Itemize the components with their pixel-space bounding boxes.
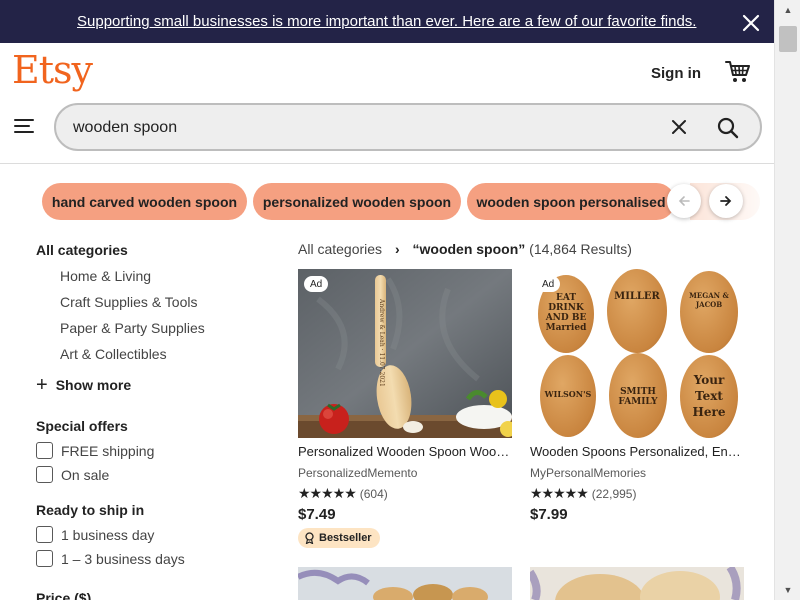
spoon-engraving: MILLER xyxy=(614,291,660,302)
price: $7.99 xyxy=(530,506,568,523)
listing-image[interactable] xyxy=(298,567,512,600)
suggestion-chip[interactable]: hand carved wooden spoon xyxy=(42,183,247,220)
category-home-living[interactable]: Home & Living xyxy=(60,268,151,284)
vertical-scrollbar[interactable]: ▲ ▼ xyxy=(774,0,800,600)
option-label: 1 business day xyxy=(61,526,155,543)
spoon-engraving: MEGAN & JACOB xyxy=(689,291,729,309)
listing-image[interactable] xyxy=(530,567,744,600)
spoon-photo: Andrew & Leah · 11.07.2021 xyxy=(298,269,512,438)
cart-icon[interactable] xyxy=(725,60,751,84)
category-craft-supplies[interactable]: Craft Supplies & Tools xyxy=(60,294,197,310)
free-shipping-option[interactable]: FREE shipping xyxy=(36,442,154,459)
special-offers-heading: Special offers xyxy=(36,418,128,434)
spoon-engraving: WILSON'S xyxy=(544,389,592,399)
spoon-engraving: EAT DRINK AND BE Married xyxy=(545,293,587,333)
spoon-engraving: SMITH FAMILY xyxy=(618,387,658,407)
clear-search-icon[interactable] xyxy=(670,118,688,136)
search-query: “wooden spoon” xyxy=(412,241,526,257)
spoon-engraving: Your Text Here xyxy=(692,373,726,419)
all-categories-link[interactable]: All categories xyxy=(36,242,128,258)
etsy-search-page: Supporting small businesses is more impo… xyxy=(0,0,800,600)
listing-card[interactable]: EAT DRINK AND BE Married MILLER MEGAN & … xyxy=(530,269,744,529)
checkbox[interactable] xyxy=(36,550,53,567)
scroll-down-icon[interactable]: ▼ xyxy=(775,580,800,600)
checkbox[interactable] xyxy=(36,442,53,459)
shop-name[interactable]: MyPersonalMemories xyxy=(530,466,646,480)
spoon-photo xyxy=(530,567,744,600)
listing-image[interactable]: Andrew & Leah · 11.07.2021 Ad xyxy=(298,269,512,438)
star-rating-icon: ★★★★★ xyxy=(298,485,357,501)
menu-icon[interactable] xyxy=(14,117,34,135)
scroll-up-icon[interactable]: ▲ xyxy=(775,0,800,20)
category-paper-party[interactable]: Paper & Party Supplies xyxy=(60,320,205,336)
search-bar[interactable]: wooden spoon xyxy=(54,103,762,151)
rating: ★★★★★ (604) xyxy=(298,485,388,502)
etsy-logo[interactable]: Etsy xyxy=(12,48,93,92)
banner-link[interactable]: Supporting small businesses is more impo… xyxy=(77,13,696,30)
show-more-button[interactable]: + Show more xyxy=(36,374,132,396)
search-icon[interactable] xyxy=(716,116,740,140)
option-label: On sale xyxy=(61,466,110,483)
price-heading: Price ($) xyxy=(36,590,92,600)
header-divider xyxy=(0,163,774,164)
suggestion-chip[interactable]: personalized wooden spoon xyxy=(253,183,461,220)
ad-badge: Ad xyxy=(304,276,329,292)
chips-prev-button[interactable] xyxy=(667,184,701,218)
close-icon[interactable] xyxy=(740,12,762,34)
svg-text:Andrew & Leah · 11.07.2021: Andrew & Leah · 11.07.2021 xyxy=(378,298,385,387)
arrow-right-icon xyxy=(720,196,732,206)
sign-in-link[interactable]: Sign in xyxy=(651,65,701,82)
breadcrumb-root[interactable]: All categories xyxy=(298,241,382,257)
ship-1-3-days-option[interactable]: 1 – 3 business days xyxy=(36,550,185,567)
ship-1-day-option[interactable]: 1 business day xyxy=(36,526,154,543)
search-input[interactable]: wooden spoon xyxy=(73,119,177,137)
chevron-right-icon: › xyxy=(394,241,400,257)
star-rating-icon: ★★★★★ xyxy=(530,485,589,501)
category-art-collectibles[interactable]: Art & Collectibles xyxy=(60,346,167,362)
spoon xyxy=(607,269,667,353)
listing-card[interactable]: Andrew & Leah · 11.07.2021 Ad Personaliz… xyxy=(298,269,512,549)
shop-name[interactable]: PersonalizedMemento xyxy=(298,466,417,480)
plus-icon: + xyxy=(36,374,48,396)
on-sale-option[interactable]: On sale xyxy=(36,466,109,483)
checkbox[interactable] xyxy=(36,526,53,543)
ad-badge: Ad xyxy=(536,276,561,292)
breadcrumb: All categories › “wooden spoon” (14,864 … xyxy=(298,241,632,257)
scroll-thumb[interactable] xyxy=(779,26,797,52)
spoon-photo xyxy=(298,567,512,600)
price: $7.49 xyxy=(298,506,336,523)
award-icon xyxy=(305,532,314,544)
suggestion-chip[interactable]: wooden spoon personalised xyxy=(467,183,675,220)
listing-image[interactable]: EAT DRINK AND BE Married MILLER MEGAN & … xyxy=(530,269,744,438)
spoon xyxy=(680,271,738,353)
arrow-left-icon xyxy=(678,196,690,206)
review-count: (22,995) xyxy=(591,486,637,501)
result-count: (14,864 Results) xyxy=(529,241,632,257)
bestseller-badge: Bestseller xyxy=(298,528,380,548)
option-label: 1 – 3 business days xyxy=(61,550,185,567)
show-more-label: Show more xyxy=(55,377,132,393)
review-count: (604) xyxy=(359,486,388,501)
ready-to-ship-heading: Ready to ship in xyxy=(36,502,145,518)
checkbox[interactable] xyxy=(36,466,53,483)
bestseller-label: Bestseller xyxy=(319,532,372,544)
announcement-banner: Supporting small businesses is more impo… xyxy=(0,0,774,43)
chips-next-button[interactable] xyxy=(709,184,743,218)
listing-title[interactable]: Personalized Wooden Spoon Wooden Spoon E… xyxy=(298,444,512,459)
listing-title[interactable]: Wooden Spoons Personalized, Engraved Spo… xyxy=(530,444,744,459)
option-label: FREE shipping xyxy=(61,442,155,459)
rating: ★★★★★ (22,995) xyxy=(530,485,636,502)
